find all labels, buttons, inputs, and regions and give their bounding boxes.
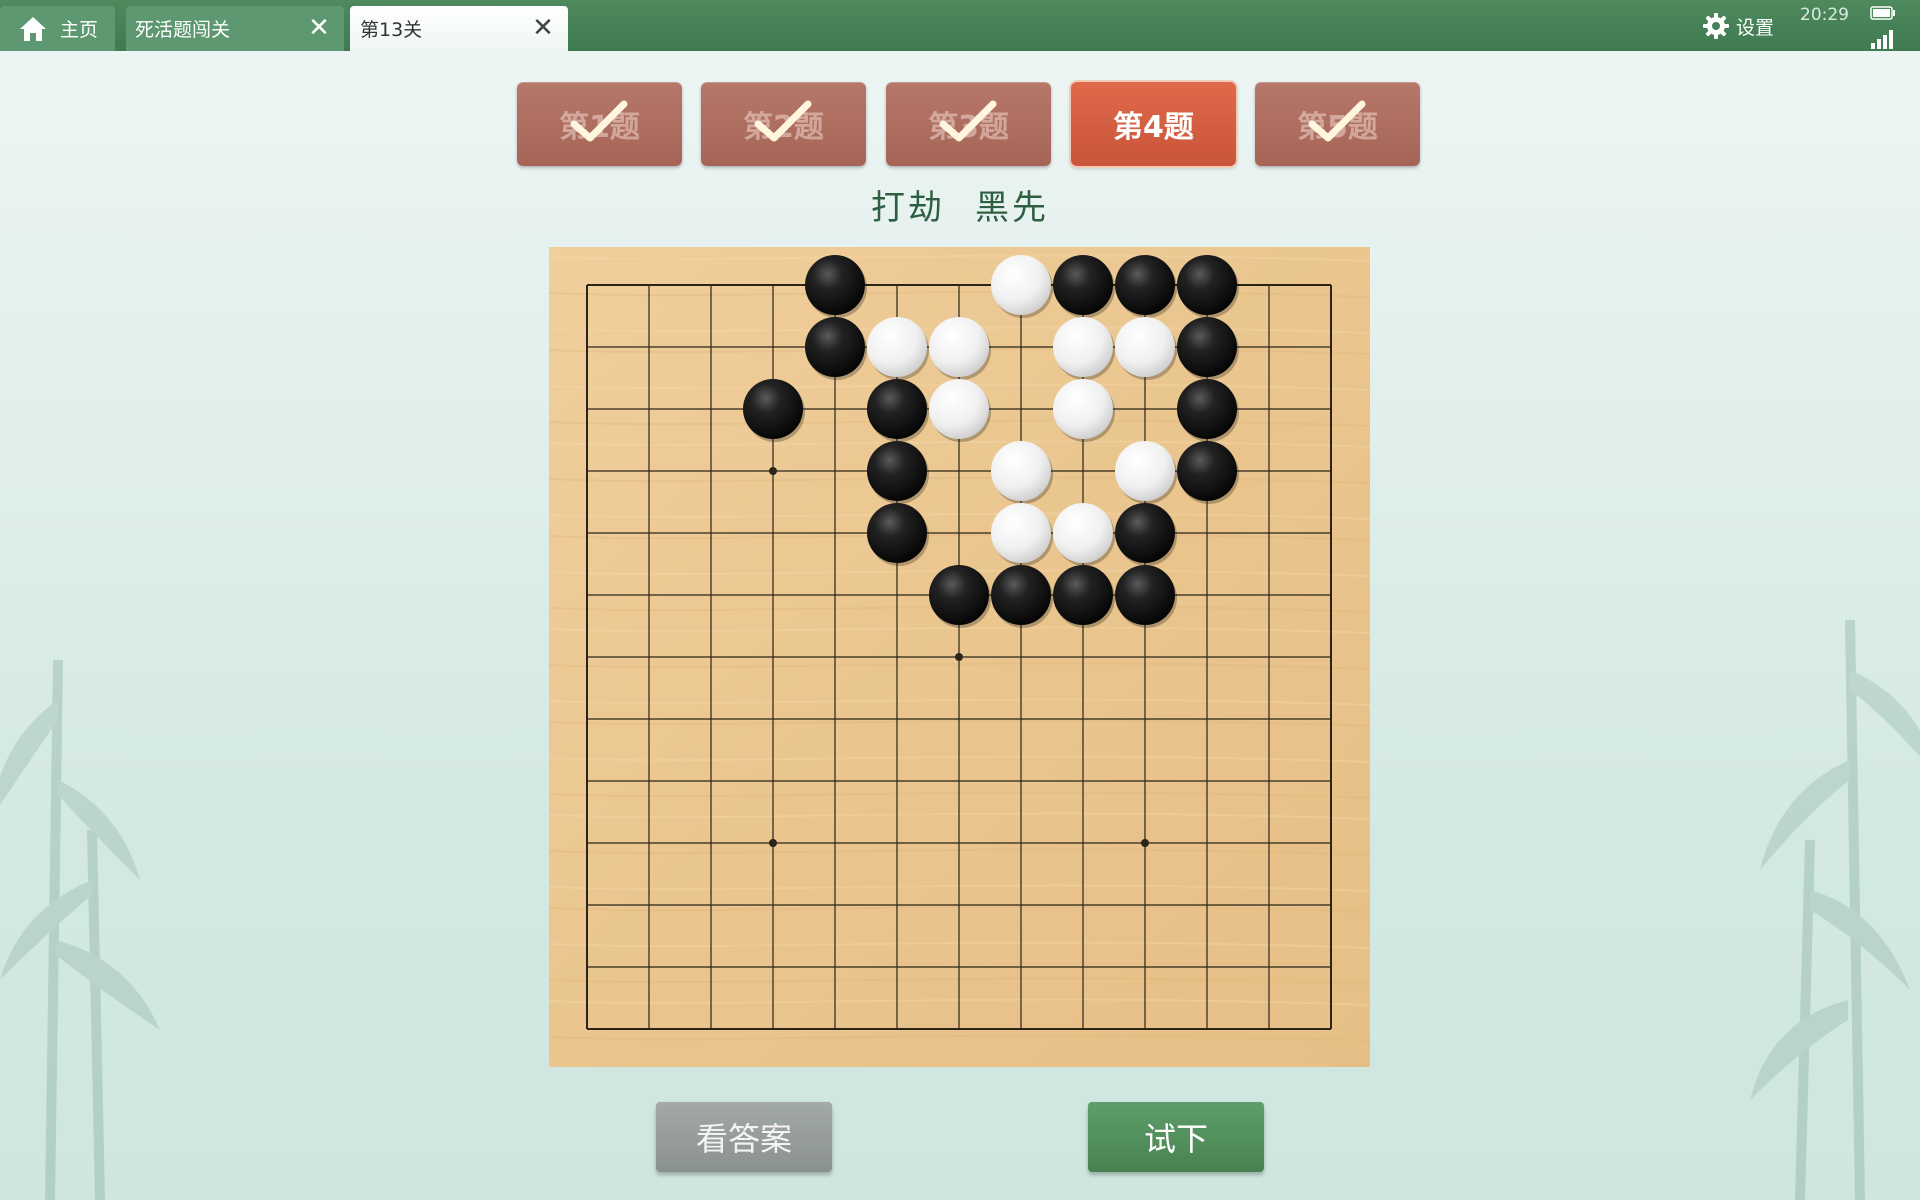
white-stone — [1053, 379, 1113, 439]
white-stone — [1115, 317, 1175, 377]
tab-home[interactable]: 主页 — [0, 6, 115, 51]
black-stone — [1115, 255, 1175, 315]
settings-button[interactable]: 设置 — [1702, 10, 1774, 42]
bamboo-decoration-right — [1750, 619, 1920, 1200]
view-answer-label: 看答案 — [695, 1120, 792, 1158]
settings-label: 设置 — [1736, 16, 1775, 39]
gear-icon — [1703, 13, 1729, 39]
clock: 20:29 — [1800, 5, 1849, 25]
white-stone — [929, 317, 989, 377]
black-stone — [1053, 565, 1113, 625]
black-stone — [1177, 379, 1237, 439]
white-stone — [929, 379, 989, 439]
problem-button-label: 第4题 — [1113, 110, 1194, 145]
black-stone — [867, 441, 927, 501]
white-stone — [1053, 503, 1113, 563]
black-stone — [929, 565, 989, 625]
try-move-button[interactable]: 试下 — [1088, 1102, 1264, 1172]
problem-goal: 打劫 — [871, 188, 945, 228]
black-stone — [805, 255, 865, 315]
star-point — [1141, 839, 1149, 847]
tab-level-13[interactable]: 第13关 ✕ — [350, 6, 568, 51]
white-stone — [1053, 317, 1113, 377]
white-stone — [1115, 441, 1175, 501]
close-icon[interactable]: ✕ — [530, 15, 556, 41]
white-stone — [991, 503, 1051, 563]
black-stone — [1177, 255, 1237, 315]
black-stone — [1177, 441, 1237, 501]
check-icon — [939, 100, 996, 142]
signal-icon — [1871, 30, 1893, 49]
star-point — [955, 653, 963, 661]
white-stone — [991, 255, 1051, 315]
black-stone — [1053, 255, 1113, 315]
black-stone — [991, 565, 1051, 625]
problem-title: 打劫 黑先 — [0, 180, 1920, 229]
black-stone — [867, 503, 927, 563]
tab-dead-live-challenge[interactable]: 死活题闯关 ✕ — [126, 6, 344, 51]
tab-level-label: 第13关 — [360, 19, 423, 41]
star-point — [769, 839, 777, 847]
bamboo-decoration-left — [0, 659, 160, 1200]
home-icon — [20, 16, 46, 41]
tab-home-label: 主页 — [60, 19, 99, 41]
problem-button-2[interactable]: 第2题 — [701, 82, 866, 166]
black-stone — [1115, 503, 1175, 563]
star-point — [769, 467, 777, 475]
black-stone — [805, 317, 865, 377]
problem-button-4[interactable]: 第4题 — [1071, 82, 1236, 166]
top-bar: 主页 死活题闯关 ✕ 第13关 ✕ 设置 20:29 — [0, 0, 1920, 51]
problem-button-5[interactable]: 第5题 — [1255, 82, 1420, 166]
battery-icon — [1870, 6, 1895, 20]
problem-button-1[interactable]: 第1题 — [517, 82, 682, 166]
black-stone — [1177, 317, 1237, 377]
tab-dead-live-label: 死活题闯关 — [135, 19, 231, 41]
problem-button-3[interactable]: 第3题 — [886, 82, 1051, 166]
check-icon — [1308, 100, 1365, 142]
try-move-label: 试下 — [1143, 1120, 1208, 1158]
close-icon[interactable]: ✕ — [306, 15, 332, 41]
check-icon — [570, 100, 627, 142]
check-icon — [754, 100, 811, 142]
black-stone — [1115, 565, 1175, 625]
problem-turn: 黑先 — [975, 188, 1049, 228]
view-answer-button[interactable]: 看答案 — [656, 1102, 832, 1172]
black-stone — [867, 379, 927, 439]
go-board[interactable] — [549, 247, 1370, 1067]
white-stone — [867, 317, 927, 377]
white-stone — [991, 441, 1051, 501]
black-stone — [743, 379, 803, 439]
